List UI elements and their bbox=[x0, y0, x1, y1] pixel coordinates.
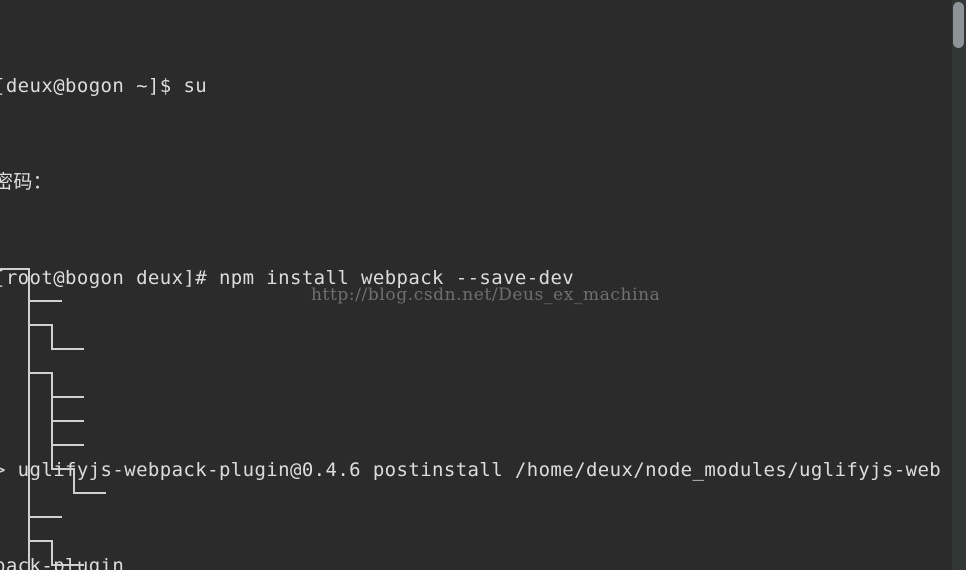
command-su: su bbox=[183, 75, 208, 97]
watermark-url: http://blog.csdn.net/Deus_ex_machina bbox=[311, 285, 661, 305]
terminal-line-postinstall-1: > uglifyjs-webpack-plugin@0.4.6 postinst… bbox=[0, 458, 966, 482]
postinstall-script-path: > uglifyjs-webpack-plugin@0.4.6 postinst… bbox=[0, 459, 942, 481]
terminal-line-blank-1 bbox=[0, 362, 966, 386]
password-prompt: 密码： bbox=[0, 171, 53, 193]
scrollbar-track[interactable] bbox=[952, 0, 966, 570]
postinstall-script-path-wrap: pack-plugin bbox=[0, 555, 125, 570]
scrollbar-thumb[interactable] bbox=[953, 2, 964, 48]
shell-prompt-user: [deux@bogon ~]$ bbox=[0, 75, 184, 97]
terminal-line-prompt-su: [deux@bogon ~]$ su bbox=[0, 74, 966, 98]
terminal-window[interactable]: [deux@bogon ~]$ su 密码： [root@bogon deux]… bbox=[0, 0, 966, 570]
terminal-line-postinstall-1-wrap: pack-plugin bbox=[0, 554, 966, 570]
shell-prompt-root: [root@bogon deux]# bbox=[0, 267, 219, 289]
terminal-line-password-prompt: 密码： bbox=[0, 170, 966, 194]
